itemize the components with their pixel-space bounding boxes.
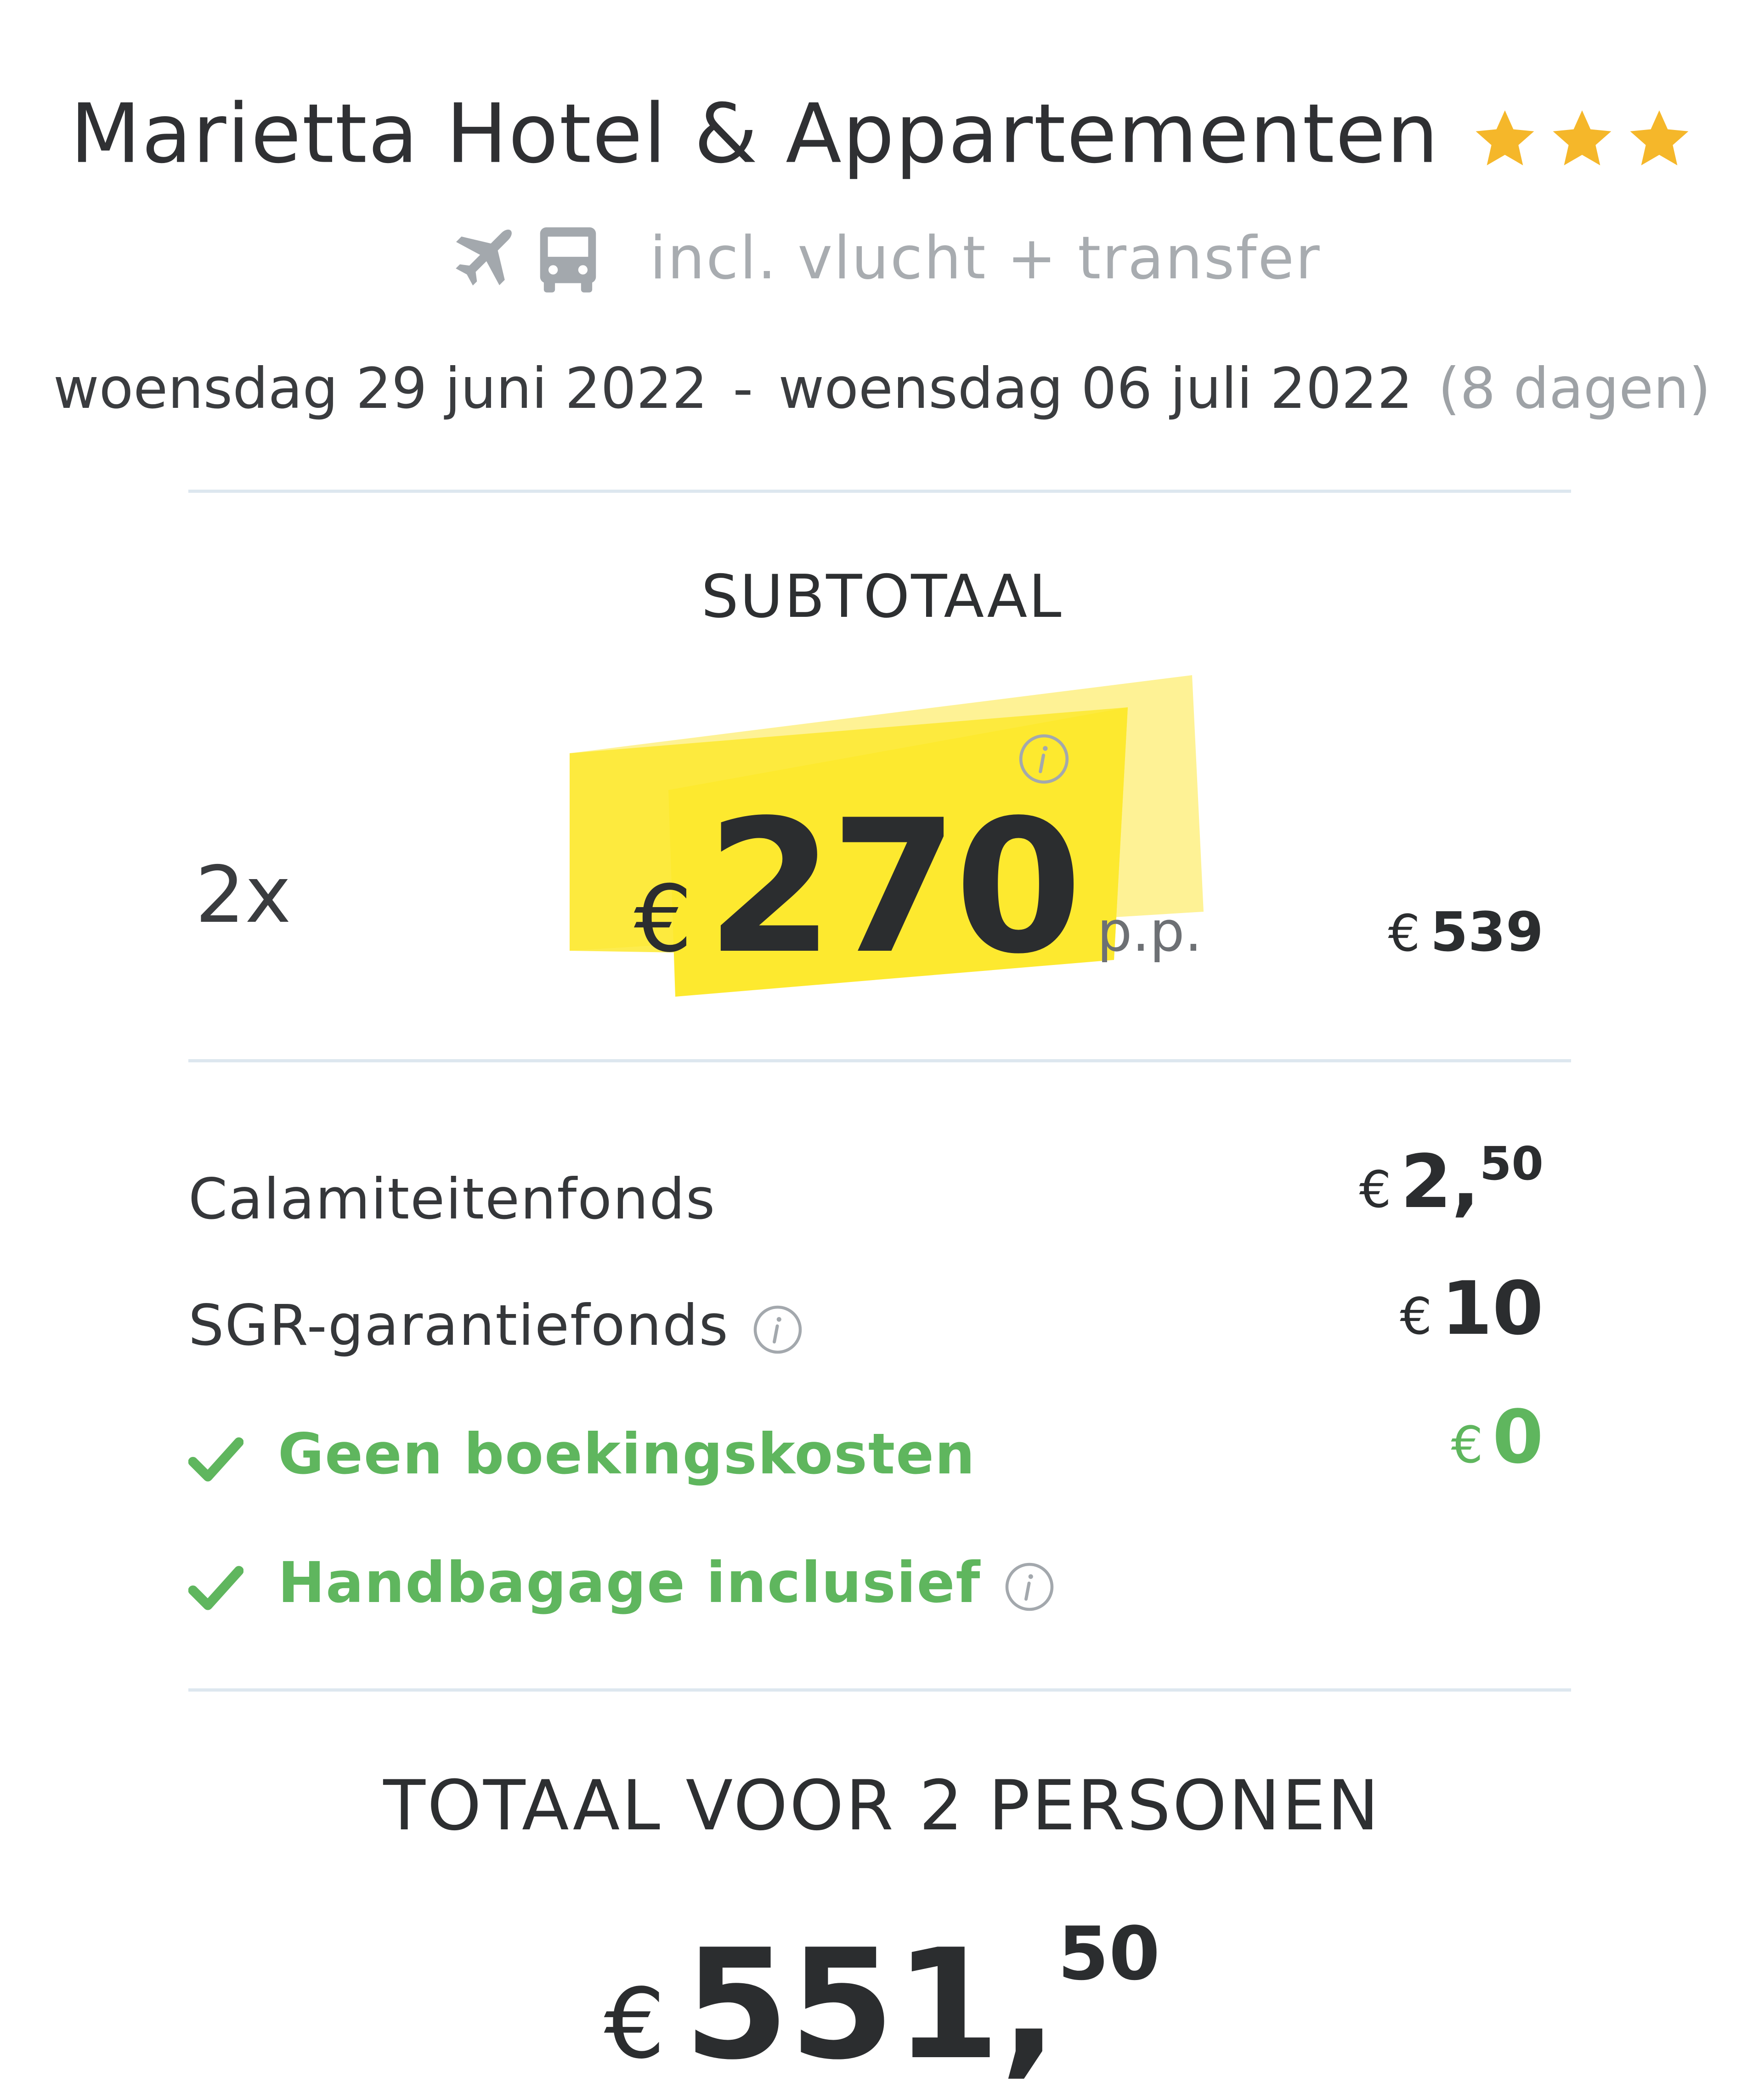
cost-label-text: Geen boekingskosten xyxy=(278,1422,976,1487)
cost-label-sgr-garantiefonds: SGR-garantiefonds xyxy=(188,1293,803,1358)
plane-icon xyxy=(443,220,519,296)
cost-label-text: SGR-garantiefonds xyxy=(188,1293,729,1358)
cost-label-handbagage-inclusief: Handbagage inclusief xyxy=(188,1550,1055,1615)
currency-symbol: € xyxy=(1400,1287,1432,1346)
cost-amount-geen-boekingskosten: €0 xyxy=(1451,1394,1544,1480)
date-separator: - xyxy=(733,356,753,421)
cost-value: 0 xyxy=(1492,1394,1544,1480)
date-start: woensdag 29 juni 2022 xyxy=(53,356,708,421)
price-info-icon[interactable] xyxy=(1018,733,1070,785)
subtotal-amount: €539 xyxy=(1388,900,1544,964)
cost-amount-sgr-garantiefonds: €10 xyxy=(1400,1265,1544,1351)
date-end: woensdag 06 juli 2022 xyxy=(778,356,1413,421)
total-amount: €551,50 xyxy=(0,1911,1764,2093)
cost-label-text: Calamiteitenfonds xyxy=(188,1167,716,1232)
price-per-person-amount: 270 xyxy=(706,781,1082,994)
divider xyxy=(188,1688,1571,1692)
handbagage-info-icon[interactable] xyxy=(1004,1561,1055,1613)
check-icon xyxy=(188,1433,243,1484)
transport-text: incl. vlucht + transfer xyxy=(650,224,1321,293)
hotel-title: Marietta Hotel & Appartementen xyxy=(0,80,1764,181)
total-label: TOTAAL VOOR 2 PERSONEN xyxy=(383,1766,1381,1846)
subtotal-value: 539 xyxy=(1430,900,1544,964)
cost-value: 10 xyxy=(1441,1265,1544,1351)
travel-dates: woensdag 29 juni 2022- woensdag 06 juli 2… xyxy=(0,356,1764,421)
sgr-info-icon[interactable] xyxy=(752,1304,803,1355)
star-rating xyxy=(1462,86,1694,181)
cost-amount-calamiteitenfonds: €2,50 xyxy=(1359,1137,1544,1224)
cost-label-text: Handbagage inclusief xyxy=(278,1550,981,1615)
trip-duration: (8 dagen) xyxy=(1438,356,1711,421)
cost-label-geen-boekingskosten: Geen boekingskosten xyxy=(188,1422,976,1487)
star-icon xyxy=(1470,105,1539,174)
transport-info: incl. vlucht + transfer xyxy=(0,220,1764,296)
divider xyxy=(188,1059,1571,1062)
cost-value-cents: 50 xyxy=(1479,1137,1544,1190)
cost-value: 2, xyxy=(1400,1139,1480,1224)
subtotal-label: SUBTOTAAL xyxy=(701,563,1063,631)
currency-symbol: € xyxy=(604,1968,666,2080)
check-icon xyxy=(188,1562,243,1612)
hotel-name: Marietta Hotel & Appartementen xyxy=(70,86,1440,181)
divider xyxy=(188,490,1571,493)
total-value: 551, xyxy=(684,1917,1058,2093)
total-value-cents: 50 xyxy=(1057,1911,1160,1997)
pax-count: 2x xyxy=(195,850,291,941)
currency-symbol: € xyxy=(634,866,693,973)
star-icon xyxy=(1625,105,1694,174)
star-icon xyxy=(1548,105,1617,174)
cost-label-calamiteitenfonds: Calamiteitenfonds xyxy=(188,1167,716,1232)
bus-icon xyxy=(537,220,599,296)
currency-symbol: € xyxy=(1359,1160,1391,1219)
currency-symbol: € xyxy=(1388,904,1420,963)
per-person-unit: p.p. xyxy=(1097,900,1202,964)
price-per-person: €270 p.p. xyxy=(634,781,1202,994)
currency-symbol: € xyxy=(1451,1416,1483,1474)
